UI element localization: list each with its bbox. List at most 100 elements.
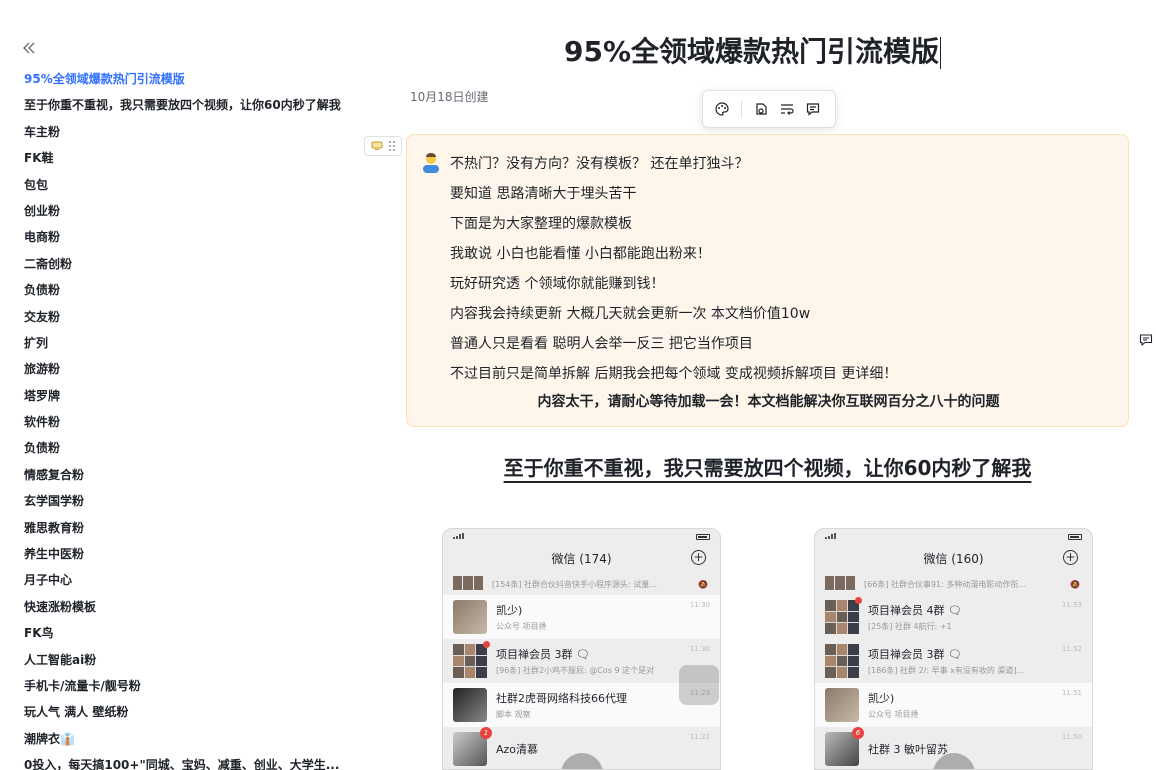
outline-list: 95%全领域爆款热门引流模版 至于你重不重视，我只需要放四个视频，让你60内秒了解… — [24, 66, 354, 770]
double-chevron-left-icon[interactable] — [22, 40, 36, 59]
chat-preview: [154条] 社群合伙抖音快手小程序源头: 试量... — [492, 580, 657, 589]
battery-icon — [696, 534, 710, 540]
wechat-header: 微信 (174) + — [443, 545, 720, 571]
signal-icon — [453, 533, 473, 541]
chat-time: 11:30 — [689, 645, 710, 653]
signal-icon — [825, 533, 845, 541]
toolbar-divider — [741, 100, 742, 118]
group-avatar — [453, 576, 483, 590]
callout-block[interactable]: 不热门？没有方向？没有模板？ 还在单打独斗？ 要知道 思路清晰大于埋头苦干 下面… — [406, 134, 1129, 427]
chat-name: 社群 3 敏叶留苏 — [868, 743, 948, 756]
chat-name: 项目禅会员 3群 🗨 — [868, 648, 962, 661]
text-wrap-icon[interactable] — [774, 96, 800, 122]
comment-icon[interactable] — [800, 96, 826, 122]
plus-circle-icon: + — [1063, 550, 1078, 565]
outline-item[interactable]: 0投入，每天搞100+"同城、宝妈、减重、创业、大学生... — [24, 752, 354, 770]
callout-line: 不过目前只是简单拆解 后期我会把每个领域 变成视频拆解项目 更详细！ — [450, 366, 898, 382]
chat-name: 项目禅会员 4群 🗨 — [868, 604, 962, 617]
chat-name: Azo清慕 — [496, 743, 539, 756]
chat-time: 11:50 — [1061, 733, 1082, 741]
callout-bold-line: 内容太干，请耐心等待加载一会！本文档能解决你互联网百分之八十的问题 — [537, 394, 1000, 410]
list-item: [66条] 社群合伙事91: 多种动漫电影动作衔... 🔕 — [815, 571, 1092, 595]
page-title[interactable]: 95%全领域爆款热门引流模版 — [564, 30, 942, 70]
callout-line: 普通人只是看看 聪明人会举一反三 把它当作项目 — [450, 336, 753, 352]
group-avatar — [453, 641, 490, 678]
chat-time: 11:22 — [689, 733, 710, 741]
list-item: 项目禅会员 3群 🗨 [186条] 社群 2/: 早事 x有没有收的 渠道]...… — [815, 639, 1092, 683]
outline-item[interactable]: 至于你重不重视，我只需要放四个视频，让你60内秒了解我 — [24, 92, 354, 118]
block-handle[interactable] — [364, 136, 402, 156]
chat-name: 凯少) — [868, 692, 895, 705]
outline-item[interactable]: 车主粉 — [24, 119, 354, 145]
outline-item[interactable]: 手机卡/流量卡/靓号粉 — [24, 673, 354, 699]
mute-icon: 🔕 — [1070, 580, 1080, 589]
chat-time: 11:51 — [1061, 689, 1082, 697]
group-avatar — [825, 576, 855, 590]
outline-item[interactable]: 养生中医粉 — [24, 541, 354, 567]
list-item: 凯少) 公众号 项目搀 11:30 — [443, 595, 720, 639]
group-avatar — [825, 597, 862, 634]
person-emoji-icon — [420, 151, 442, 173]
sidebar-outline: 95%全领域爆款热门引流模版 至于你重不重视，我只需要放四个视频，让你60内秒了解… — [0, 0, 360, 770]
outline-item[interactable]: 二斋创粉 — [24, 251, 354, 277]
plus-circle-icon: + — [691, 550, 706, 565]
comment-icon[interactable] — [1139, 332, 1153, 351]
video-thumbnail-wechat[interactable]: 微信 (160) + [66条] 社群合伙事91: 多种动漫电影动作衔... 🔕… — [814, 528, 1093, 770]
outline-item[interactable]: 包包 — [24, 172, 354, 198]
outline-item[interactable]: 电商粉 — [24, 224, 354, 250]
outline-item[interactable]: 软件粉 — [24, 409, 354, 435]
callout-line: 内容我会持续更新 大概几天就会更新一次 本文档价值10w — [450, 306, 811, 322]
outline-item[interactable]: FK鸟 — [24, 620, 354, 646]
callout-block-icon — [371, 137, 383, 156]
mute-icon: 🔕 — [698, 580, 708, 589]
status-bar — [443, 529, 720, 545]
callout-line: 玩好研究透 个领域你就能赚到钱！ — [450, 276, 665, 292]
chat-name: 项目禅会员 3群 🗨 — [496, 648, 590, 661]
palette-icon[interactable] — [709, 96, 735, 122]
outline-item[interactable]: 月子中心 — [24, 567, 354, 593]
group-avatar — [825, 644, 859, 678]
callout-line: 不热门？没有方向？没有模板？ 还在单打独斗？ — [450, 156, 749, 172]
section-heading[interactable]: 至于你重不重视，我只需要放四个视频，让你60内秒了解我 — [406, 452, 1129, 481]
block-toolbar — [702, 90, 836, 128]
outline-item[interactable]: 扩列 — [24, 330, 354, 356]
outline-item[interactable]: 旅游粉 — [24, 356, 354, 382]
chat-time: 11:52 — [1061, 645, 1082, 653]
chat-preview: 脚本 观察 — [496, 710, 531, 719]
chat-name: 凯少) — [496, 604, 523, 617]
chat-time: 11:30 — [689, 601, 710, 609]
chat-time: 11:53 — [1061, 601, 1082, 609]
outline-item[interactable]: 交友粉 — [24, 304, 354, 330]
wechat-title: 微信 (174) — [551, 551, 612, 566]
wechat-title: 微信 (160) — [923, 551, 984, 566]
avatar: 6 — [825, 727, 864, 766]
list-item: [154条] 社群合伙抖音快手小程序源头: 试量... 🔕 — [443, 571, 720, 595]
outline-item[interactable]: 玩人气 满人 壁纸粉 — [24, 699, 354, 725]
chat-preview: [186条] 社群 2/: 早事 x有没有收的 渠道]... — [868, 666, 1025, 675]
chat-preview: 公众号 项目搀 — [496, 622, 547, 631]
battery-icon — [1068, 534, 1082, 540]
video-control-overlay[interactable] — [679, 665, 719, 705]
outline-item[interactable]: 负债粉 — [24, 435, 354, 461]
link-edit-icon[interactable] — [748, 96, 774, 122]
callout-line: 要知道 思路清晰大于埋头苦干 — [450, 186, 637, 202]
outline-item[interactable]: FK鞋 — [24, 145, 354, 171]
outline-item[interactable]: 潮牌衣👔 — [24, 726, 354, 752]
wechat-header: 微信 (160) + — [815, 545, 1092, 571]
drag-handle-icon[interactable] — [388, 137, 396, 156]
outline-item[interactable]: 雅思教育粉 — [24, 515, 354, 541]
chat-name: 社群2虎哥网络科技66代理 — [496, 692, 627, 705]
outline-item[interactable]: 人工智能ai粉 — [24, 647, 354, 673]
list-item: 项目禅会员 4群 🗨 [25条] 社群 4航行: +1 11:53 — [815, 595, 1092, 639]
outline-item[interactable]: 塔罗牌 — [24, 383, 354, 409]
avatar — [453, 600, 487, 634]
outline-item[interactable]: 玄学国学粉 — [24, 488, 354, 514]
video-thumbnail-wechat[interactable]: 微信 (174) + [154条] 社群合伙抖音快手小程序源头: 试量... 🔕… — [442, 528, 721, 770]
outline-item[interactable]: 负债粉 — [24, 277, 354, 303]
outline-item[interactable]: 创业粉 — [24, 198, 354, 224]
created-date: 10月18日创建 — [410, 90, 489, 104]
outline-item[interactable]: 快速涨粉模板 — [24, 594, 354, 620]
callout-line: 下面是为大家整理的爆款模板 — [450, 216, 632, 232]
outline-item[interactable]: 95%全领域爆款热门引流模版 — [24, 66, 354, 92]
outline-item[interactable]: 情感复合粉 — [24, 462, 354, 488]
